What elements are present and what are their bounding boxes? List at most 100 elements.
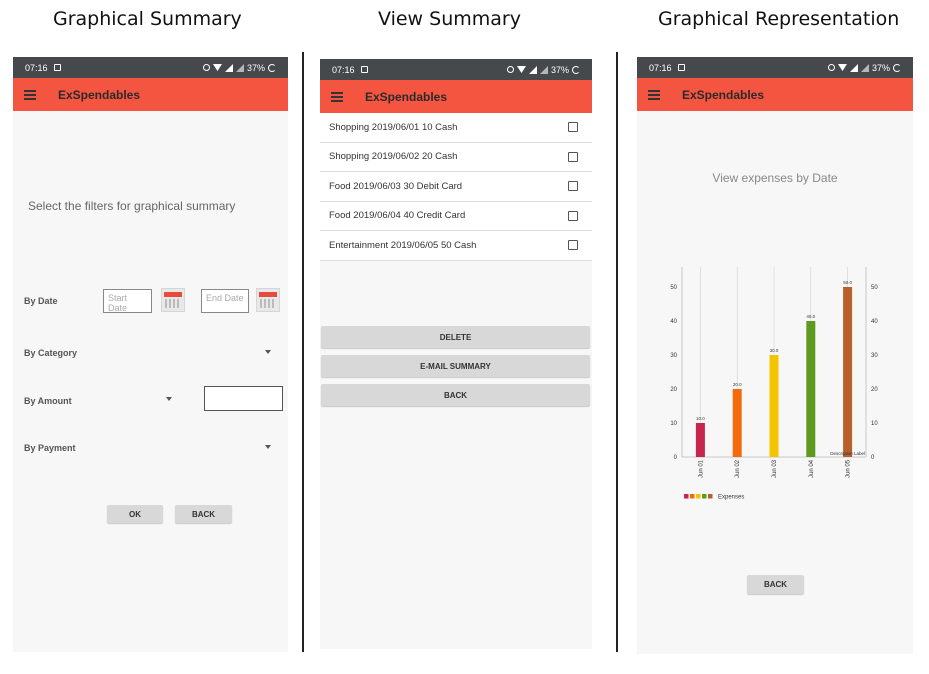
payment-dropdown-icon[interactable] bbox=[265, 445, 271, 449]
y-tick-label-left: 40 bbox=[670, 319, 677, 325]
y-tick-label-left: 10 bbox=[670, 421, 677, 427]
screen-graphical-representation: 07:16 37% ExSpendables View expenses by … bbox=[637, 57, 913, 654]
email-summary-button[interactable]: E-MAIL SUMMARY bbox=[321, 355, 590, 377]
y-tick-label-right: 50 bbox=[871, 285, 878, 291]
y-tick-label-left: 30 bbox=[670, 353, 677, 359]
screen-graphical-summary: 07:16 37% ExSpendables Select the filter… bbox=[13, 57, 288, 652]
back-button[interactable]: BACK bbox=[747, 575, 804, 594]
battery-level: 37% bbox=[246, 62, 265, 73]
status-bar: 07:16 37% bbox=[637, 57, 913, 78]
y-tick-label-right: 0 bbox=[871, 455, 875, 461]
signal-icon bbox=[849, 63, 858, 72]
y-tick-label-right: 10 bbox=[871, 421, 878, 427]
y-tick-label-left: 50 bbox=[670, 285, 677, 291]
app-bar: ExSpendables bbox=[13, 78, 288, 111]
caption-graphical-representation: Graphical Representation bbox=[658, 8, 900, 30]
wifi-icon bbox=[837, 64, 847, 71]
back-button[interactable]: BACK bbox=[321, 384, 590, 406]
x-tick-label: Jun 04 bbox=[809, 459, 815, 478]
y-tick-label-right: 30 bbox=[871, 353, 878, 359]
app-title: ExSpendables bbox=[58, 87, 141, 102]
menu-icon[interactable] bbox=[24, 90, 36, 100]
divider bbox=[302, 52, 304, 652]
app-bar: ExSpendables bbox=[637, 78, 913, 111]
image-notification-icon bbox=[360, 66, 368, 73]
list-item[interactable]: Shopping 2019/06/01 10 Cash bbox=[320, 113, 592, 143]
image-notification-icon bbox=[53, 64, 61, 71]
by-payment-label: By Payment bbox=[24, 443, 76, 453]
bar bbox=[806, 321, 816, 457]
battery-level: 37% bbox=[550, 64, 569, 75]
bar-value-label: 10.0 bbox=[696, 416, 705, 421]
caption-graphical-summary: Graphical Summary bbox=[53, 8, 242, 30]
wifi-icon bbox=[516, 66, 526, 73]
amount-input[interactable] bbox=[204, 386, 283, 411]
legend-swatch bbox=[690, 494, 695, 499]
bar bbox=[732, 389, 742, 457]
y-tick-label-right: 20 bbox=[871, 387, 878, 393]
amount-dropdown-icon[interactable] bbox=[166, 397, 172, 401]
ok-button[interactable]: OK bbox=[107, 505, 163, 523]
list-item[interactable]: Food 2019/06/04 40 Credit Card bbox=[320, 202, 592, 231]
bar-value-label: 50.0 bbox=[843, 280, 852, 285]
list-item[interactable]: Food 2019/06/03 30 Debit Card bbox=[320, 172, 592, 202]
signal-icon bbox=[539, 65, 548, 74]
battery-icon bbox=[572, 65, 580, 74]
x-tick-label: Jun 05 bbox=[846, 459, 852, 478]
bar-value-label: 40.0 bbox=[806, 314, 815, 319]
delete-button[interactable]: DELETE bbox=[321, 326, 590, 348]
by-date-label: By Date bbox=[24, 296, 58, 306]
bar-value-label: 30.0 bbox=[770, 348, 779, 353]
list-item-text: Entertainment 2019/06/05 50 Cash bbox=[329, 239, 477, 251]
calendar-icon[interactable] bbox=[256, 288, 280, 312]
legend-label: Expenses bbox=[718, 495, 744, 501]
item-checkbox[interactable] bbox=[568, 210, 578, 221]
battery-level: 37% bbox=[871, 62, 890, 73]
list-item[interactable]: Shopping 2019/06/02 20 Cash bbox=[320, 143, 592, 172]
expense-list: Shopping 2019/06/01 10 Cash Shopping 201… bbox=[320, 113, 592, 261]
chart-title: View expenses by Date bbox=[712, 171, 838, 185]
signal-icon bbox=[235, 63, 244, 72]
signal-icon bbox=[224, 63, 233, 72]
bar bbox=[695, 423, 705, 457]
y-tick-label-right: 40 bbox=[871, 319, 878, 325]
bar-value-label: 20.0 bbox=[733, 382, 742, 387]
app-title: ExSpendables bbox=[682, 87, 765, 102]
battery-icon bbox=[893, 63, 901, 72]
status-bar: 07:16 37% bbox=[320, 59, 592, 80]
by-category-label: By Category bbox=[24, 348, 78, 358]
item-checkbox[interactable] bbox=[568, 240, 578, 251]
y-tick-label-left: 0 bbox=[674, 455, 678, 461]
menu-icon[interactable] bbox=[648, 90, 660, 100]
menu-icon[interactable] bbox=[331, 92, 343, 102]
signal-icon bbox=[860, 63, 869, 72]
status-bar: 07:16 37% bbox=[13, 57, 288, 78]
category-dropdown-icon[interactable] bbox=[265, 350, 271, 354]
list-item-text: Food 2019/06/03 30 Debit Card bbox=[329, 180, 463, 192]
calendar-icon[interactable] bbox=[161, 288, 185, 312]
start-date-field[interactable]: Start Date bbox=[103, 289, 152, 313]
image-notification-icon bbox=[677, 64, 685, 71]
app-bar: ExSpendables bbox=[320, 80, 592, 113]
item-checkbox[interactable] bbox=[568, 122, 578, 133]
bar bbox=[769, 355, 779, 457]
clock: 07:16 bbox=[25, 62, 48, 73]
end-date-field[interactable]: End Date bbox=[201, 289, 249, 313]
battery-icon bbox=[268, 63, 276, 72]
list-item[interactable]: Entertainment 2019/06/05 50 Cash bbox=[320, 231, 592, 261]
filter-prompt: Select the filters for graphical summary bbox=[28, 199, 236, 213]
description-label: Description Label bbox=[830, 451, 865, 456]
back-button[interactable]: BACK bbox=[175, 505, 232, 523]
x-tick-label: Jun 03 bbox=[772, 459, 778, 478]
x-tick-label: Jun 01 bbox=[698, 459, 704, 478]
item-checkbox[interactable] bbox=[568, 151, 578, 162]
signal-icon bbox=[528, 65, 537, 74]
item-checkbox[interactable] bbox=[568, 181, 578, 192]
legend-swatch bbox=[684, 494, 689, 499]
screen-view-summary: 07:16 37% ExSpendables Shopping 2019/06/… bbox=[320, 59, 592, 649]
clock: 07:16 bbox=[649, 62, 672, 73]
y-tick-label-left: 20 bbox=[670, 387, 677, 393]
vibrate-icon bbox=[506, 66, 514, 73]
list-item-text: Shopping 2019/06/02 20 Cash bbox=[329, 151, 458, 163]
vibrate-icon bbox=[202, 64, 210, 71]
